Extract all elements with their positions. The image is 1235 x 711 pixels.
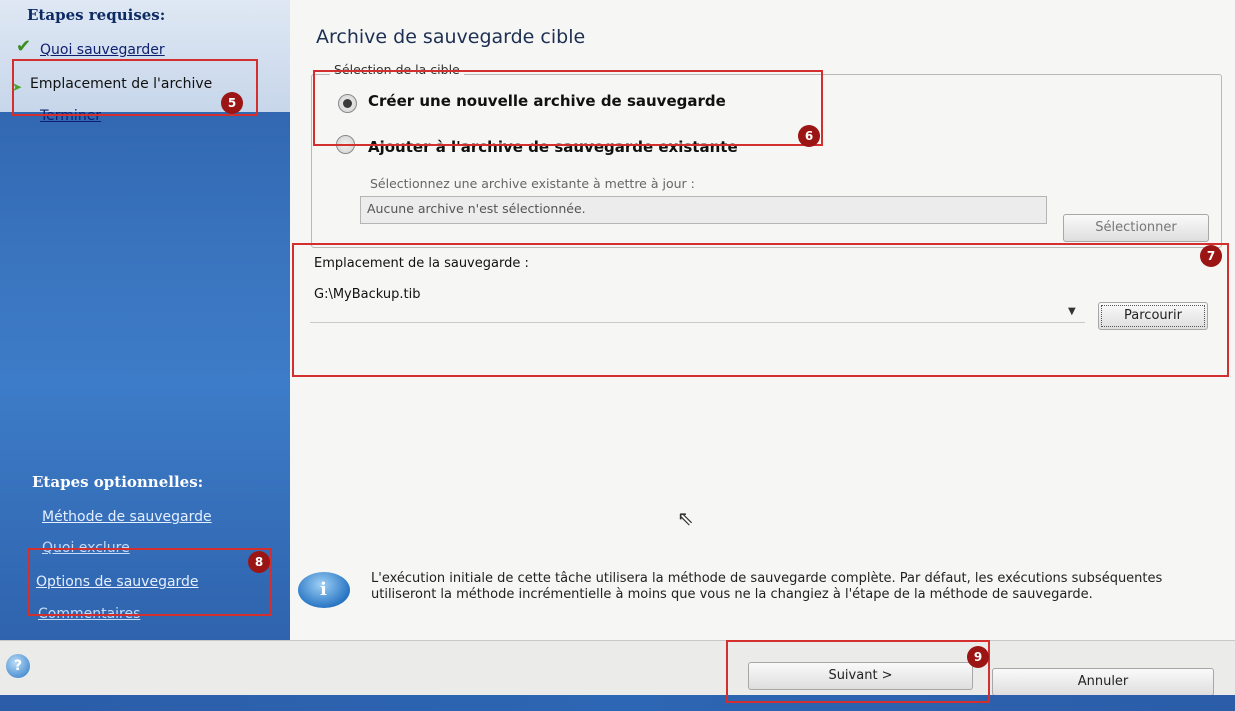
- callout-badge-8: 8: [248, 551, 270, 573]
- callout-badge-6: 6: [798, 125, 820, 147]
- checkmark-icon: ✔: [16, 36, 32, 57]
- optional-steps-heading: Etapes optionnelles:: [32, 473, 204, 491]
- taskbar: [0, 695, 1235, 711]
- callout-box-8: [28, 548, 272, 616]
- info-message: L'exécution initiale de cette tâche util…: [371, 571, 1163, 602]
- callout-badge-5: 5: [221, 92, 243, 114]
- sidebar-item-quoi-sauvegarder[interactable]: Quoi sauvegarder: [40, 42, 165, 58]
- callout-box-6: [313, 70, 823, 146]
- existing-archive-field[interactable]: Aucune archive n'est sélectionnée.: [360, 196, 1047, 224]
- mouse-cursor-icon: ⇖: [677, 506, 694, 530]
- cancel-button[interactable]: Annuler: [992, 668, 1214, 696]
- existing-archive-prompt: Sélectionnez une archive existante à met…: [370, 176, 695, 191]
- info-icon: i: [298, 572, 350, 608]
- callout-box-9: [726, 640, 990, 703]
- select-button[interactable]: Sélectionner: [1063, 214, 1209, 242]
- callout-badge-9: 9: [967, 646, 989, 668]
- callout-box-7: [292, 243, 1229, 377]
- callout-badge-7: 7: [1200, 245, 1222, 267]
- sidebar-item-methode[interactable]: Méthode de sauvegarde: [42, 509, 212, 525]
- required-steps-heading: Etapes requises:: [27, 6, 166, 24]
- wizard-window: Etapes requises: ✔ Quoi sauvegarder ➤ Em…: [0, 0, 1235, 711]
- help-icon[interactable]: ?: [6, 654, 30, 678]
- page-title: Archive de sauvegarde cible: [316, 26, 586, 48]
